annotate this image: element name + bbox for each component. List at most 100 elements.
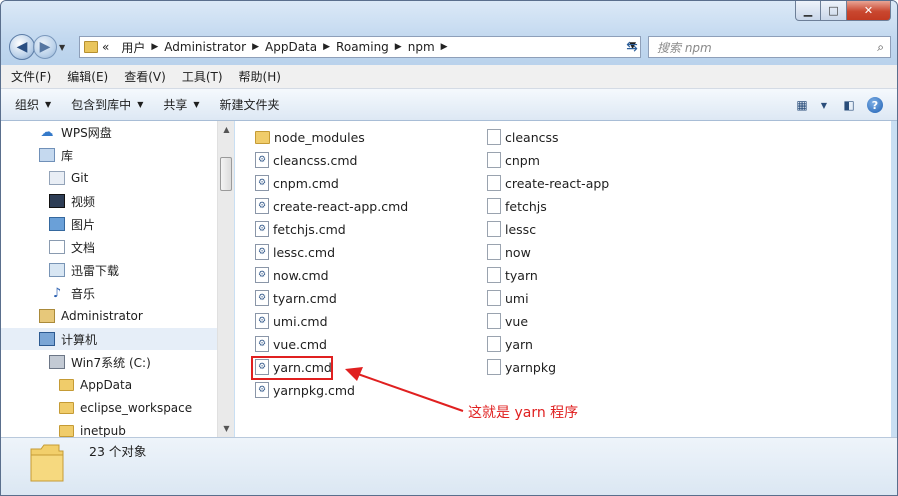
minimize-button[interactable]: ▁: [795, 1, 821, 21]
cmd-file-icon: ⚙: [255, 175, 269, 191]
file-item[interactable]: ⚙ cleancss.cmd: [255, 149, 357, 171]
share-button[interactable]: 共享 ▼: [163, 96, 199, 113]
nav-item-git[interactable]: Git: [49, 167, 88, 189]
file-item[interactable]: now: [487, 241, 531, 263]
scroll-down-icon[interactable]: ▼: [218, 420, 235, 437]
menu-edit[interactable]: 编辑(E): [67, 68, 108, 85]
file-item[interactable]: ⚙ cnpm.cmd: [255, 172, 339, 194]
file-icon: [487, 244, 501, 260]
file-item[interactable]: cleancss: [487, 126, 559, 148]
back-button[interactable]: ◀: [9, 34, 35, 60]
file-item[interactable]: yarnpkg: [487, 356, 556, 378]
scrollbar-thumb[interactable]: [220, 157, 232, 191]
forward-arrow-icon: ▶: [39, 39, 51, 55]
breadcrumb-overflow[interactable]: «: [102, 40, 109, 54]
address-bar[interactable]: « 用户 ▶ Administrator ▶ AppData ▶ Roaming…: [79, 36, 641, 58]
search-input[interactable]: 搜索 npm ⌕: [648, 36, 891, 58]
file-name: now: [505, 244, 531, 260]
file-item[interactable]: ⚙ create-react-app.cmd: [255, 195, 408, 217]
navigation-buttons: ◀ ▶ ▼: [9, 33, 69, 61]
nav-item-documents[interactable]: 文档: [49, 236, 95, 258]
file-icon: [487, 290, 501, 306]
menu-file[interactable]: 文件(F): [11, 68, 51, 85]
nav-item-drive-c[interactable]: Win7系统 (C:): [49, 351, 151, 373]
file-name: cleancss.cmd: [273, 152, 358, 168]
preview-pane-button[interactable]: ◧: [831, 94, 867, 116]
refresh-button[interactable]: ⇆: [619, 36, 645, 58]
nav-item-label: Administrator: [61, 309, 143, 323]
nav-item-appdata[interactable]: AppData: [59, 374, 132, 396]
folder-icon: [84, 41, 98, 53]
change-view-button[interactable]: ▦: [787, 94, 817, 116]
breadcrumb-appdata[interactable]: AppData: [265, 40, 317, 54]
maximize-button[interactable]: □: [821, 1, 847, 21]
file-icon: [487, 198, 501, 214]
organize-label: 组织: [15, 98, 40, 112]
user-folder-icon: [39, 309, 55, 323]
folder-icon: [59, 425, 74, 437]
breadcrumb-users[interactable]: 用户: [121, 39, 145, 56]
file-item[interactable]: ⚙ vue.cmd: [255, 333, 327, 355]
forward-button[interactable]: ▶: [33, 35, 57, 59]
file-item[interactable]: cnpm: [487, 149, 540, 171]
breadcrumb-separator-icon[interactable]: ▶: [441, 42, 448, 52]
nav-item-computer[interactable]: 计算机: [1, 328, 217, 350]
file-item[interactable]: ⚙ tyarn.cmd: [255, 287, 337, 309]
file-item[interactable]: ⚙ umi.cmd: [255, 310, 328, 332]
nav-item-label: WPS网盘: [61, 125, 112, 140]
menu-help[interactable]: 帮助(H): [239, 68, 281, 85]
file-item[interactable]: create-react-app: [487, 172, 609, 194]
file-item[interactable]: vue: [487, 310, 528, 332]
search-icon[interactable]: ⌕: [877, 40, 884, 55]
nav-item-inetpub[interactable]: inetpub: [59, 420, 126, 437]
nav-item-wps-cloud[interactable]: ☁ WPS网盘: [39, 121, 112, 143]
new-folder-button[interactable]: 新建文件夹: [220, 96, 280, 113]
item-count: 23 个对象: [89, 444, 147, 459]
file-item[interactable]: umi: [487, 287, 529, 309]
preview-pane-icon: ◧: [843, 98, 855, 112]
file-item[interactable]: yarn: [487, 333, 533, 355]
file-name: lessc.cmd: [273, 244, 336, 260]
nav-item-pictures[interactable]: 图片: [49, 213, 95, 235]
breadcrumb-separator-icon[interactable]: ▶: [323, 42, 330, 52]
help-icon[interactable]: ?: [867, 97, 883, 113]
file-icon: [487, 175, 501, 191]
xunlei-icon: [49, 263, 65, 277]
menu-tools[interactable]: 工具(T): [182, 68, 223, 85]
nav-item-label: 计算机: [61, 332, 98, 347]
file-name: umi: [505, 290, 529, 306]
menu-bar: 文件(F) 编辑(E) 查看(V) 工具(T) 帮助(H): [1, 65, 897, 89]
nav-pane-scrollbar[interactable]: ▲ ▼: [217, 121, 234, 437]
file-item[interactable]: fetchjs: [487, 195, 547, 217]
file-item[interactable]: lessc: [487, 218, 536, 240]
file-item[interactable]: ⚙ yarnpkg.cmd: [255, 379, 355, 401]
nav-item-administrator[interactable]: Administrator: [39, 305, 143, 327]
nav-item-eclipse-workspace[interactable]: eclipse_workspace: [59, 397, 192, 419]
include-in-library-button[interactable]: 包含到库中 ▼: [71, 96, 143, 113]
file-item[interactable]: tyarn: [487, 264, 538, 286]
nav-item-music[interactable]: ♪ 音乐: [49, 282, 95, 304]
organize-button[interactable]: 组织 ▼: [15, 96, 51, 113]
breadcrumb-roaming[interactable]: Roaming: [336, 40, 389, 54]
breadcrumb-separator-icon[interactable]: ▶: [252, 42, 259, 52]
scroll-up-icon[interactable]: ▲: [218, 121, 235, 138]
file-item[interactable]: ⚙ now.cmd: [255, 264, 329, 286]
recent-pages-dropdown[interactable]: ▼: [59, 43, 69, 52]
file-icon: [487, 359, 501, 375]
cmd-file-icon: ⚙: [255, 198, 269, 214]
breadcrumb-administrator[interactable]: Administrator: [164, 40, 246, 54]
nav-item-library[interactable]: 库: [39, 144, 73, 166]
file-item[interactable]: ⚙ lessc.cmd: [255, 241, 335, 263]
file-item[interactable]: ⚙ fetchjs.cmd: [255, 218, 346, 240]
file-item[interactable]: node_modules: [255, 126, 365, 148]
view-options-dropdown[interactable]: ▼: [817, 94, 831, 116]
nav-item-xunlei[interactable]: 迅雷下载: [49, 259, 119, 281]
breadcrumb-npm[interactable]: npm: [408, 40, 435, 54]
document-icon: [49, 240, 65, 254]
menu-view[interactable]: 查看(V): [124, 68, 166, 85]
breadcrumb-separator-icon[interactable]: ▶: [151, 42, 158, 52]
close-button[interactable]: ✕: [847, 1, 891, 21]
breadcrumb-separator-icon[interactable]: ▶: [395, 42, 402, 52]
nav-item-video[interactable]: 视频: [49, 190, 95, 212]
annotation-highlight-box: [251, 356, 333, 380]
